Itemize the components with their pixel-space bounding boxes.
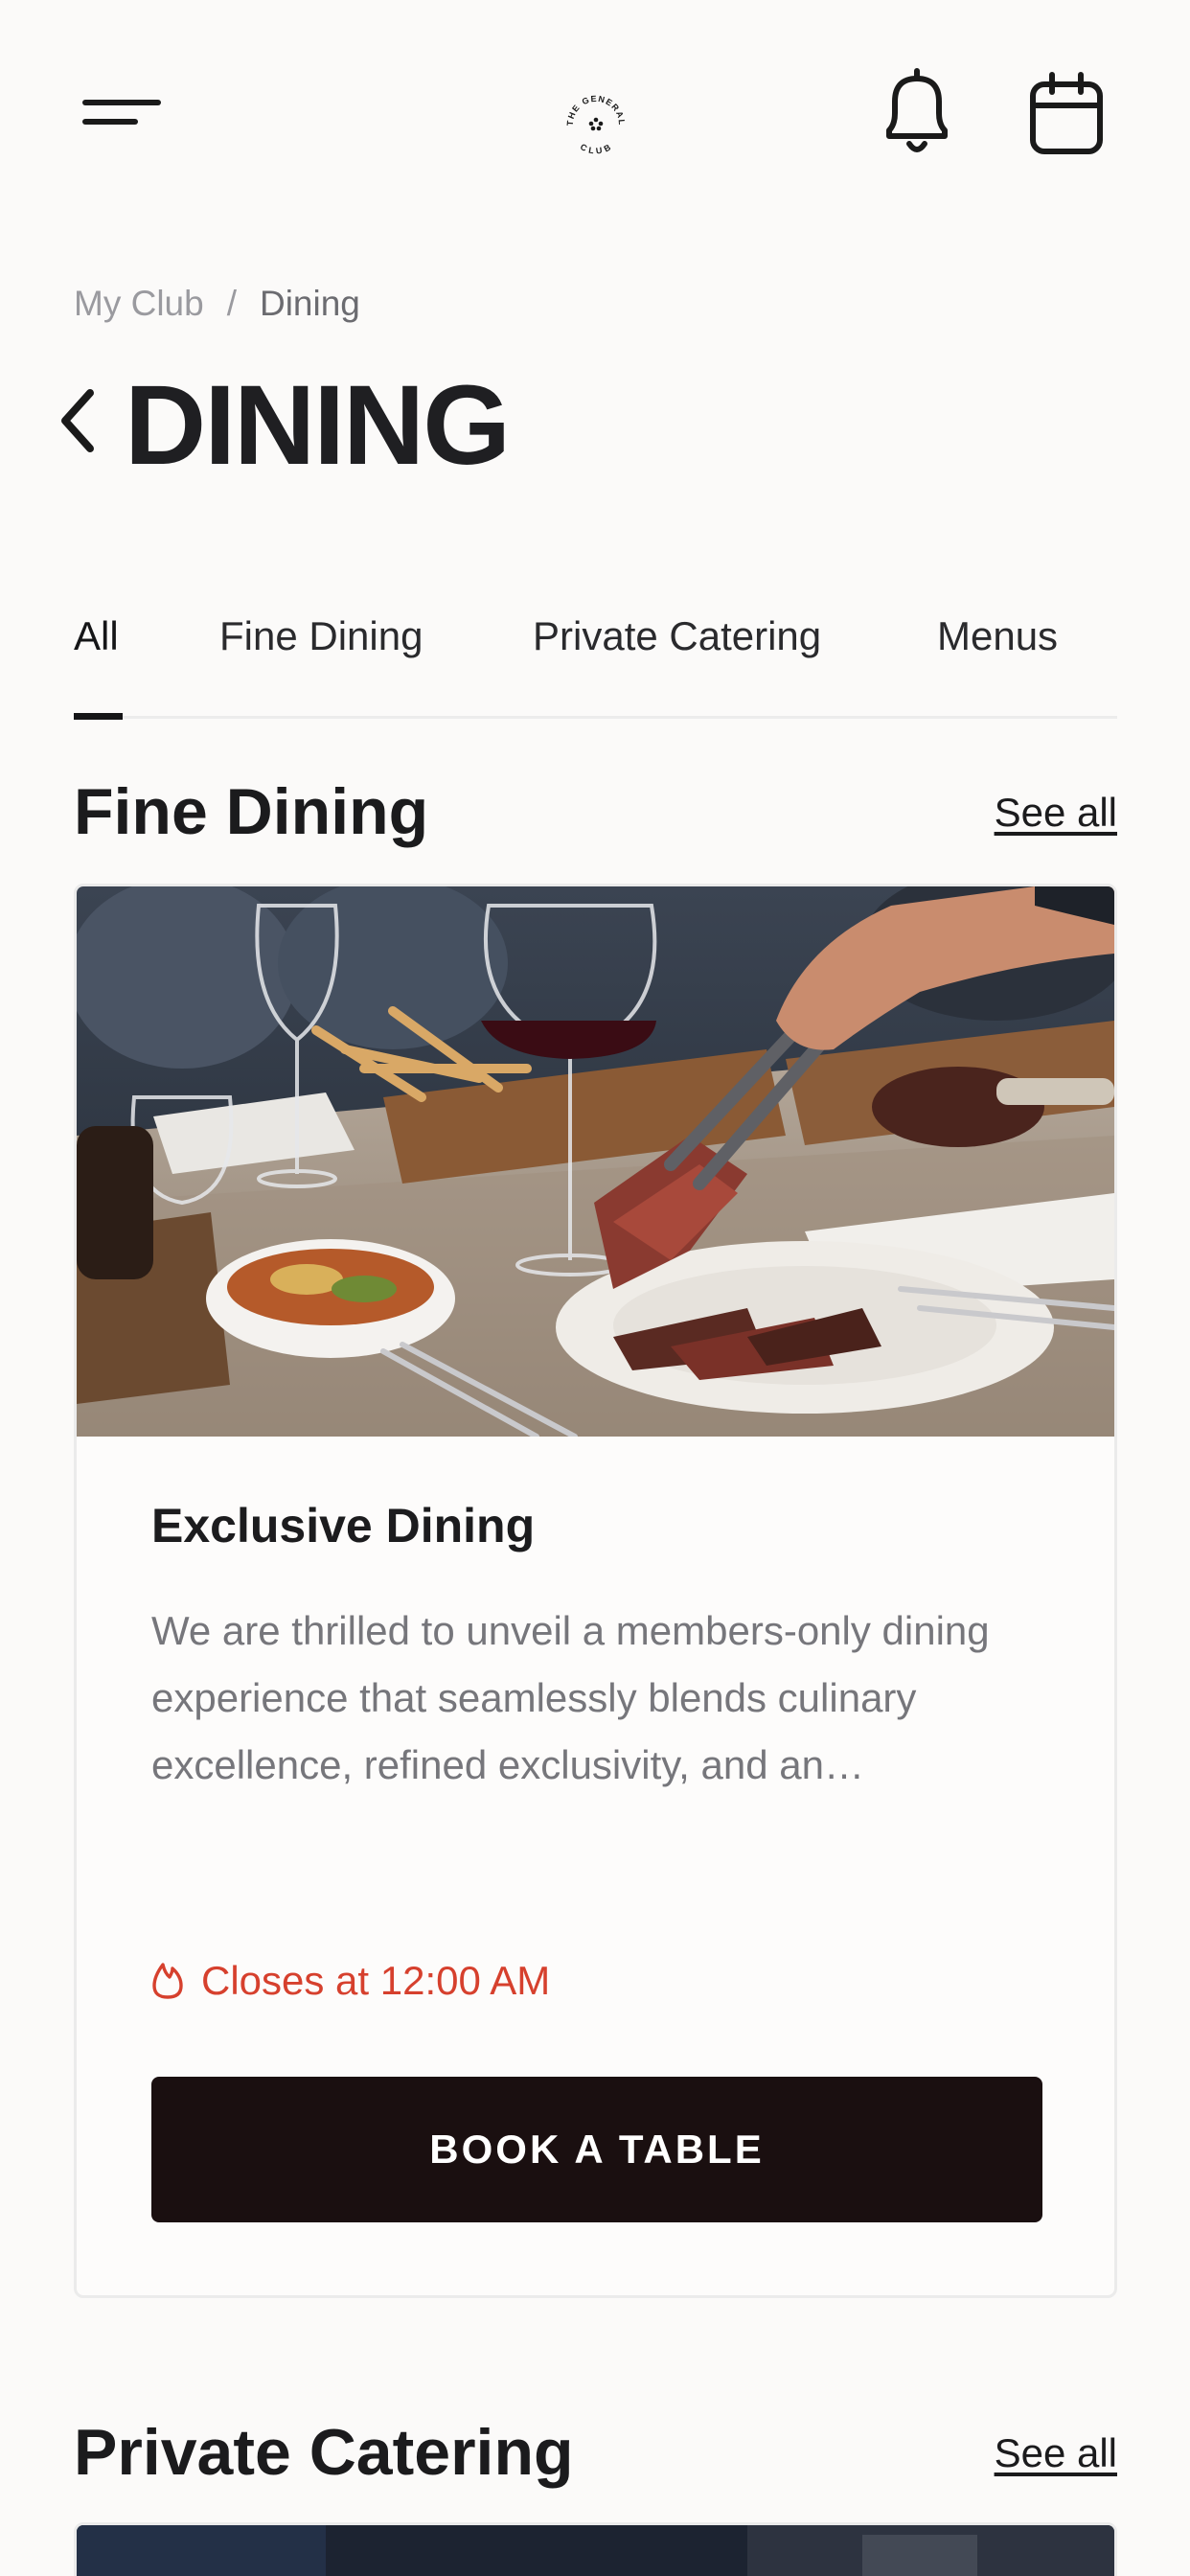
section-title-private-catering: Private Catering bbox=[74, 2416, 574, 2489]
breadcrumb-separator: / bbox=[226, 284, 237, 323]
tab-label: All bbox=[74, 613, 119, 658]
bell-icon[interactable] bbox=[876, 67, 958, 159]
flame-icon bbox=[152, 1963, 183, 1999]
dining-screen: THE GENERAL CLUB My Club / Dining DINING… bbox=[0, 0, 1190, 2576]
section-title-fine-dining: Fine Dining bbox=[74, 775, 429, 848]
page-title: DINING bbox=[125, 362, 511, 489]
card-title: Exclusive Dining bbox=[151, 1499, 536, 1552]
card-description: We are thrilled to unveil a members-only… bbox=[151, 1608, 990, 1787]
closing-time-status: Closes at 12:00 AM bbox=[151, 1958, 550, 2004]
private-catering-card bbox=[74, 2522, 1117, 2576]
calendar-icon[interactable] bbox=[1025, 67, 1110, 159]
active-tab-indicator bbox=[74, 713, 123, 720]
book-a-table-button[interactable]: BOOK A TABLE bbox=[151, 2077, 1042, 2222]
tab-label: Menus bbox=[937, 613, 1059, 658]
tab-fine-dining[interactable]: Fine Dining bbox=[219, 613, 423, 659]
dining-photo[interactable] bbox=[77, 886, 1114, 1437]
tab-private-catering[interactable]: Private Catering bbox=[533, 613, 821, 659]
club-logo: THE GENERAL CLUB bbox=[565, 94, 626, 156]
chevron-left-icon[interactable] bbox=[54, 383, 102, 458]
breadcrumb-dining: Dining bbox=[259, 284, 360, 323]
breadcrumb: My Club / Dining bbox=[74, 284, 360, 324]
tab-menus[interactable]: Menus bbox=[937, 613, 1058, 659]
see-all-private-catering-link[interactable]: See all bbox=[995, 2430, 1117, 2476]
see-all-fine-dining-link[interactable]: See all bbox=[995, 790, 1117, 836]
tab-label: Fine Dining bbox=[219, 613, 423, 658]
breadcrumb-my-club[interactable]: My Club bbox=[74, 284, 204, 323]
svg-text:CLUB: CLUB bbox=[579, 142, 613, 156]
category-tabs: All Fine Dining Private Catering Menus bbox=[74, 594, 1117, 720]
top-bar: THE GENERAL CLUB bbox=[0, 0, 1190, 230]
exclusive-dining-card: Exclusive Dining We are thrilled to unve… bbox=[74, 884, 1117, 2298]
hamburger-menu-icon[interactable] bbox=[82, 96, 163, 134]
private-catering-photo[interactable] bbox=[77, 2525, 1114, 2576]
closing-time-text: Closes at 12:00 AM bbox=[201, 1958, 551, 2003]
tab-label: Private Catering bbox=[533, 613, 822, 658]
tab-all[interactable]: All bbox=[74, 613, 119, 659]
